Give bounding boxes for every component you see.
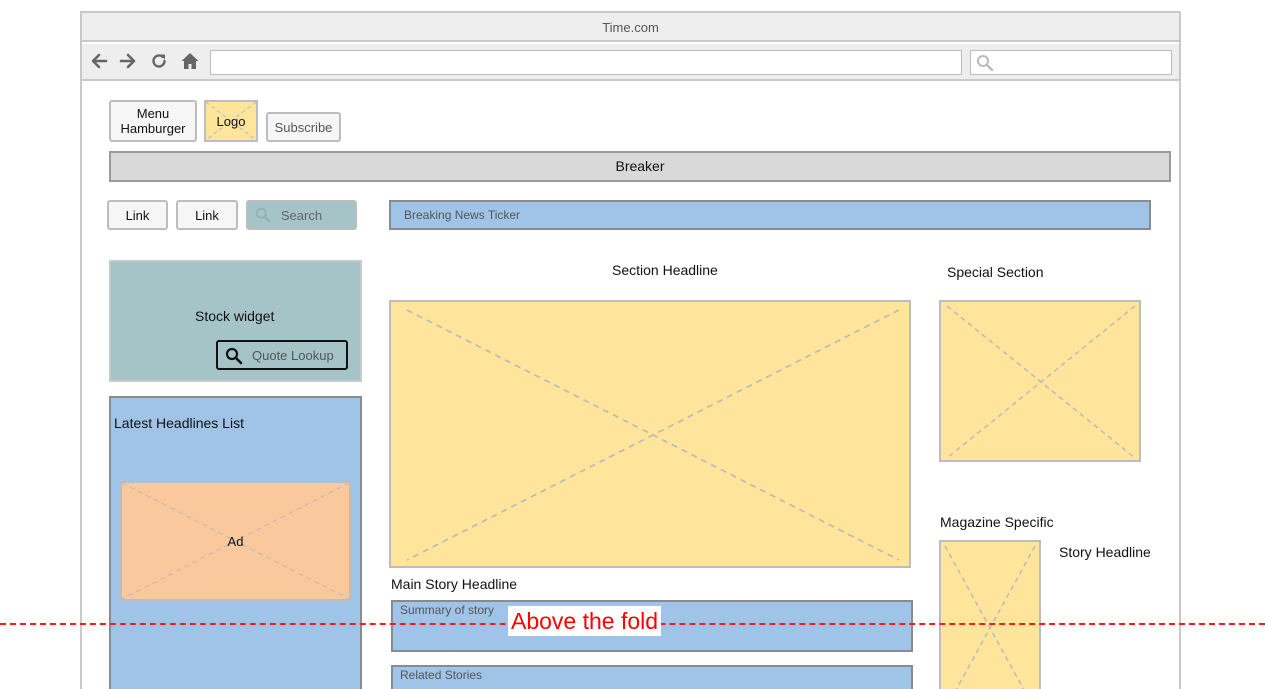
- forward-arrow-icon[interactable]: [118, 51, 138, 71]
- ticker-label: Breaking News Ticker: [404, 208, 521, 222]
- subscribe-button[interactable]: Subscribe: [266, 112, 341, 142]
- placeholder-cross-icon: [944, 545, 1036, 689]
- search-button-label: Search: [280, 207, 323, 223]
- window-title: Time.com: [82, 13, 1179, 42]
- search-icon: [977, 55, 994, 72]
- placeholder-cross-icon: [406, 309, 900, 561]
- magazine-story-headline: Story Headline: [1059, 544, 1151, 560]
- back-arrow-icon[interactable]: [89, 51, 109, 71]
- quote-lookup-button[interactable]: Quote Lookup: [216, 340, 348, 370]
- placeholder-cross-icon: [946, 305, 1136, 459]
- menu-hamburger-button[interactable]: Menu Hamburger: [109, 100, 197, 142]
- fold-label: Above the fold: [508, 606, 662, 636]
- browser-toolbar: [82, 44, 1179, 81]
- ad-placeholder[interactable]: Ad: [120, 481, 351, 601]
- search-button[interactable]: Search: [246, 200, 357, 230]
- related-stories[interactable]: Related Stories: [391, 665, 913, 689]
- special-section-title: Special Section: [947, 264, 1044, 280]
- search-icon: [225, 347, 243, 365]
- browser-search-input[interactable]: [970, 50, 1172, 75]
- special-section-image[interactable]: [939, 300, 1141, 462]
- logo-image[interactable]: Logo: [204, 100, 258, 142]
- magazine-specific-title: Magazine Specific: [940, 514, 1054, 530]
- magazine-cover-image[interactable]: [939, 540, 1041, 689]
- nav-link-2[interactable]: Link: [176, 200, 238, 230]
- breaking-news-ticker[interactable]: Breaking News Ticker: [389, 200, 1151, 230]
- search-icon: [255, 207, 271, 223]
- logo-label: Logo: [216, 113, 246, 129]
- section-headline: Section Headline: [612, 262, 718, 278]
- nav-link-1[interactable]: Link: [107, 200, 168, 230]
- section-hero-image[interactable]: [389, 300, 911, 568]
- reload-icon[interactable]: [149, 51, 169, 71]
- home-icon[interactable]: [180, 51, 200, 71]
- related-stories-label: Related Stories: [400, 668, 483, 682]
- url-input[interactable]: [210, 50, 962, 75]
- quote-lookup-label: Quote Lookup: [252, 348, 334, 363]
- breaker-bar[interactable]: Breaker: [109, 151, 1171, 182]
- ad-label: Ad: [227, 533, 244, 549]
- summary-label: Summary of story: [400, 603, 495, 617]
- latest-headlines-label: Latest Headlines List: [114, 415, 244, 431]
- main-story-headline: Main Story Headline: [391, 576, 518, 592]
- stock-widget-label: Stock widget: [195, 308, 275, 324]
